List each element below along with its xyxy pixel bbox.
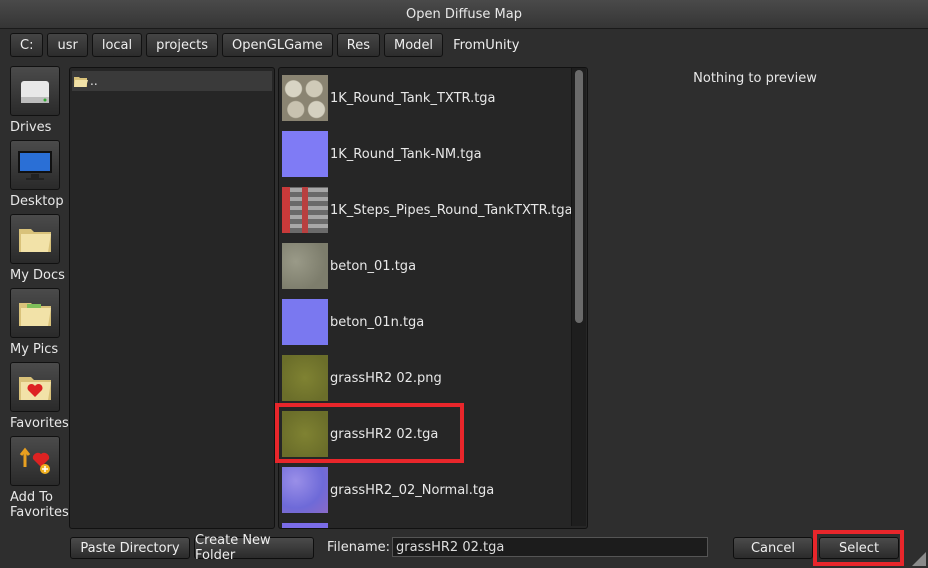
create-new-folder-button[interactable]: Create New Folder bbox=[194, 533, 314, 563]
breadcrumb-item-projects[interactable]: projects bbox=[146, 33, 219, 57]
thumbnail-image bbox=[282, 299, 328, 345]
preview-message: Nothing to preview bbox=[693, 71, 817, 86]
file-item[interactable]: grassHR2_02_Normal.tga bbox=[282, 462, 567, 518]
thumbnail-image bbox=[282, 131, 328, 177]
file-name: grassHR2_02_Normal.tga bbox=[330, 482, 495, 498]
directory-item-parent[interactable]: .. bbox=[72, 71, 272, 91]
breadcrumb-item-res[interactable]: Res bbox=[336, 33, 381, 57]
sidebar-item-drives[interactable]: Drives bbox=[4, 66, 68, 136]
monitor-icon bbox=[10, 140, 60, 190]
folder-icon bbox=[10, 214, 60, 264]
sidebar-label: Desktop bbox=[10, 194, 64, 209]
file-item[interactable]: 1K_Steps_Pipes_Round_TankTXTR.tga bbox=[282, 182, 573, 238]
thumbnail-image bbox=[282, 187, 328, 233]
drive-icon bbox=[10, 66, 60, 116]
breadcrumb-item-c[interactable]: C: bbox=[10, 33, 44, 57]
breadcrumb: C: usr local projects OpenGLGame Res Mod… bbox=[10, 33, 525, 57]
folder-icon bbox=[74, 76, 88, 87]
filename-input[interactable]: grassHR2 02.tga bbox=[392, 537, 708, 557]
paste-directory-button[interactable]: Paste Directory bbox=[70, 537, 190, 559]
heart-folder-icon bbox=[10, 362, 60, 412]
directory-pane[interactable]: .. bbox=[69, 67, 275, 529]
file-item[interactable]: beton_01n.tga bbox=[282, 294, 567, 350]
thumbnail-image bbox=[282, 355, 328, 401]
file-list-scrollbar[interactable] bbox=[571, 68, 586, 526]
select-button-highlight bbox=[813, 530, 904, 566]
file-item[interactable]: 1K_Round_Tank_TXTR.tga bbox=[282, 70, 567, 126]
sidebar-label: Drives bbox=[10, 120, 52, 135]
sidebar-label: My Docs bbox=[10, 268, 65, 283]
resize-grip-icon[interactable] bbox=[912, 552, 926, 566]
thumbnail-image bbox=[282, 243, 328, 289]
places-sidebar: Drives Desktop My Docs My Pics Favorites… bbox=[4, 66, 69, 526]
scrollbar-thumb[interactable] bbox=[575, 70, 583, 323]
file-name: beton_01n.tga bbox=[330, 314, 425, 330]
sidebar-item-add-to-favorites[interactable]: Add To Favorites bbox=[4, 436, 69, 526]
file-name: 1K_Steps_Pipes_Round_TankTXTR.tga bbox=[330, 202, 573, 218]
file-item[interactable]: grassHR2 02.png bbox=[282, 350, 567, 406]
file-name: 1K_Round_Tank-NM.tga bbox=[330, 146, 482, 162]
title-bar: Open Diffuse Map bbox=[0, 0, 928, 29]
thumbnail-image bbox=[282, 523, 328, 528]
file-item[interactable]: 1K_Round_Tank-NM.tga bbox=[282, 126, 567, 182]
sidebar-item-my-docs[interactable]: My Docs bbox=[4, 214, 68, 284]
filename-label: Filename: bbox=[327, 540, 391, 555]
directory-label: .. bbox=[90, 74, 98, 88]
file-item-partial[interactable] bbox=[282, 518, 567, 528]
sidebar-item-favorites[interactable]: Favorites bbox=[4, 362, 69, 432]
picture-folder-icon bbox=[10, 288, 60, 338]
breadcrumb-item-usr[interactable]: usr bbox=[47, 33, 88, 57]
breadcrumb-item-openglgame[interactable]: OpenGLGame bbox=[222, 33, 333, 57]
file-name: 1K_Round_Tank_TXTR.tga bbox=[330, 90, 496, 106]
thumbnail-image bbox=[282, 75, 328, 121]
breadcrumb-item-model[interactable]: Model bbox=[384, 33, 444, 57]
thumbnail-image bbox=[282, 467, 328, 513]
window-title: Open Diffuse Map bbox=[405, 6, 522, 22]
sidebar-label: Add To Favorites bbox=[10, 490, 69, 520]
sidebar-item-my-pics[interactable]: My Pics bbox=[4, 288, 68, 358]
sidebar-label: My Pics bbox=[10, 342, 59, 357]
cancel-button[interactable]: Cancel bbox=[733, 537, 813, 559]
file-name: grassHR2 02.png bbox=[330, 370, 442, 386]
selected-file-highlight bbox=[275, 403, 464, 463]
sidebar-item-desktop[interactable]: Desktop bbox=[4, 140, 68, 210]
file-name: beton_01.tga bbox=[330, 258, 417, 274]
add-favorite-icon bbox=[10, 436, 60, 486]
preview-pane: Nothing to preview bbox=[595, 66, 915, 526]
breadcrumb-item-local[interactable]: local bbox=[91, 33, 143, 57]
sidebar-label: Favorites bbox=[10, 416, 69, 431]
file-item[interactable]: beton_01.tga bbox=[282, 238, 567, 294]
breadcrumb-current: FromUnity bbox=[453, 37, 520, 53]
